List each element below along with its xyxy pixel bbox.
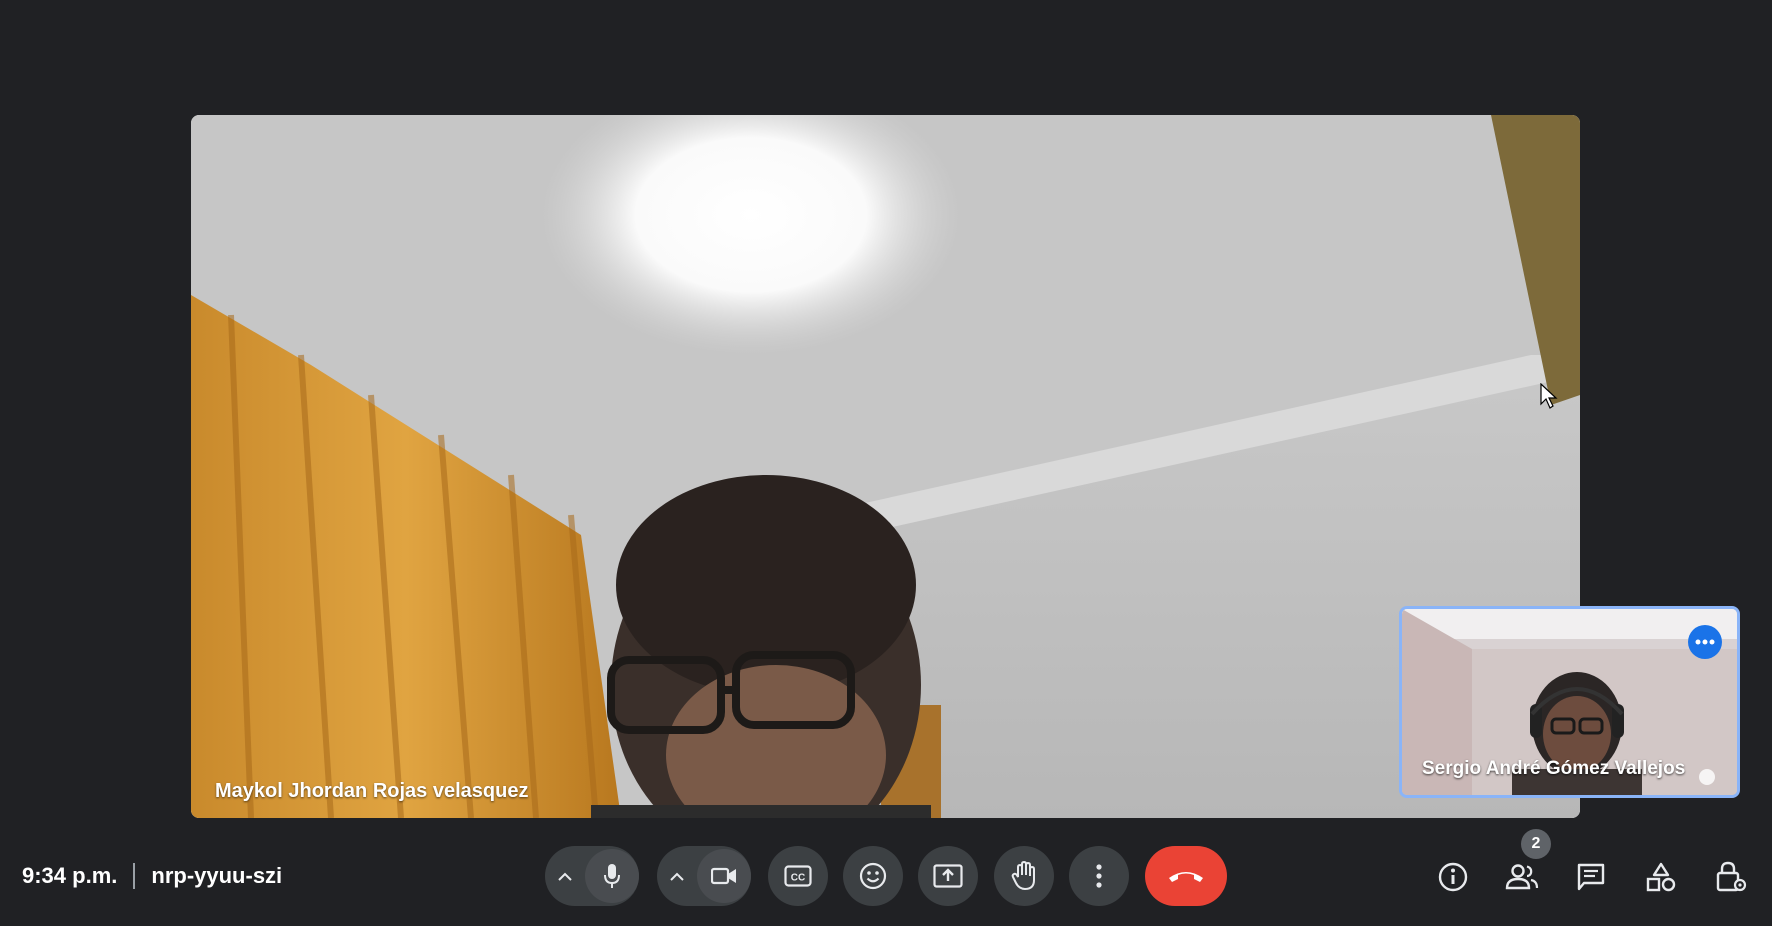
camera-icon: [711, 867, 736, 885]
chat-icon: [1577, 863, 1605, 891]
present-screen-icon: [933, 864, 963, 888]
self-view-tile[interactable]: Sergio André Gómez Vallejos: [1399, 606, 1740, 798]
more-options-button[interactable]: [1688, 625, 1722, 659]
meeting-info: 9:34 p.m. nrp-yyuu-szi: [22, 860, 282, 892]
participants-button[interactable]: [1501, 856, 1543, 898]
activities-button[interactable]: [1640, 856, 1682, 898]
hand-icon: [1011, 861, 1035, 891]
participants-count-badge: 2: [1521, 829, 1551, 859]
end-call-button[interactable]: [1145, 846, 1227, 906]
meeting-code: nrp-yyuu-szi: [151, 863, 283, 888]
closed-captions-icon: CC: [784, 865, 812, 887]
mouse-cursor-icon: [1540, 383, 1558, 409]
svg-text:CC: CC: [791, 873, 805, 884]
host-controls-icon: [1716, 861, 1747, 892]
chat-button[interactable]: [1570, 856, 1612, 898]
chevron-up-icon: [558, 872, 572, 881]
microphone-icon: [604, 864, 620, 888]
activities-icon: [1646, 862, 1676, 892]
divider: [133, 863, 136, 889]
main-video-tile[interactable]: Maykol Jhordan Rojas velasquez: [191, 115, 1580, 818]
chevron-up-icon: [670, 872, 684, 881]
video-options-button[interactable]: [657, 846, 697, 906]
present-screen-button[interactable]: [918, 846, 978, 906]
more-vert-icon: [1096, 864, 1102, 888]
end-call-icon: [1169, 872, 1203, 882]
host-controls-button[interactable]: [1710, 856, 1752, 898]
reactions-button[interactable]: [843, 846, 903, 906]
main-participant-name: Maykol Jhordan Rojas velasquez: [215, 780, 529, 802]
microphone-button[interactable]: [585, 849, 639, 903]
main-video-feed: [191, 115, 1580, 818]
self-participant-name: Sergio André Gómez Vallejos: [1422, 758, 1686, 779]
more-options-menu-button[interactable]: [1069, 846, 1129, 906]
mic-control-group: [545, 846, 639, 906]
meeting-time: 9:34 p.m.: [22, 863, 118, 888]
captions-button[interactable]: CC: [768, 846, 828, 906]
audio-options-button[interactable]: [545, 846, 585, 906]
emoji-icon: [859, 862, 887, 890]
camera-control-group: [657, 846, 751, 906]
more-horiz-icon: [1695, 639, 1715, 645]
info-icon: [1438, 862, 1468, 892]
camera-button[interactable]: [697, 849, 751, 903]
meeting-details-button[interactable]: [1432, 856, 1474, 898]
raise-hand-button[interactable]: [994, 846, 1054, 906]
people-icon: [1505, 864, 1539, 890]
